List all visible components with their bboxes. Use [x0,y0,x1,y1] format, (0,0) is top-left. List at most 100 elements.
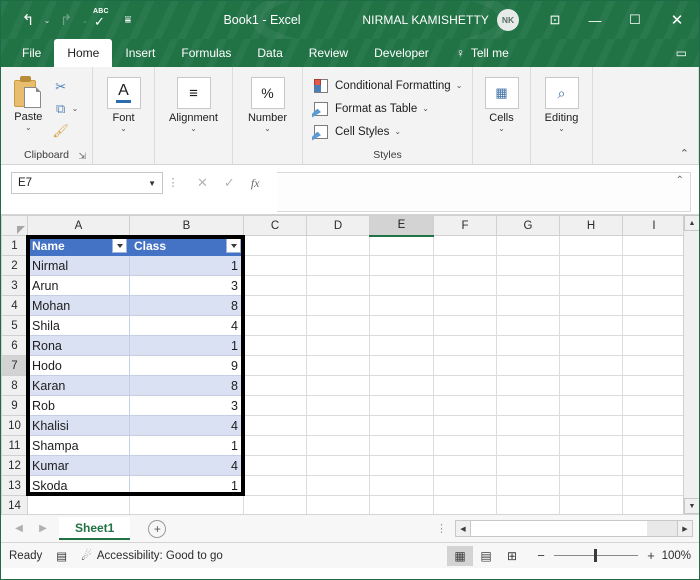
hscroll-right-icon[interactable]: ▶ [677,521,692,536]
table-header-class[interactable]: Class [129,235,244,256]
row-header-8[interactable]: 8 [1,375,28,396]
zoom-knob[interactable] [594,549,597,562]
cell-G10[interactable] [496,415,560,436]
cells-dropdown-icon[interactable]: ⌄ [498,124,505,134]
customize-qat-icon[interactable]: ⩸ [115,7,141,33]
tab-developer[interactable]: Developer [361,39,442,67]
cell-G1[interactable] [496,235,560,256]
cell-B3[interactable]: 3 [129,275,244,296]
cell-F14[interactable] [433,495,497,514]
cell-D10[interactable] [306,415,370,436]
cell-C3[interactable] [243,275,307,296]
cell-F9[interactable] [433,395,497,416]
cell-G6[interactable] [496,335,560,356]
cell-G12[interactable] [496,455,560,476]
cell-C11[interactable] [243,435,307,456]
maximize-button[interactable]: ☐ [615,1,655,39]
cell-E10[interactable] [369,415,434,436]
tab-home[interactable]: Home [54,39,113,67]
cell-F2[interactable] [433,255,497,276]
cell-A11[interactable]: Shampa [27,435,130,456]
cell-I7[interactable] [622,355,686,376]
zoom-out-button[interactable]: − [535,548,547,563]
minimize-button[interactable]: — [575,1,615,39]
zoom-in-button[interactable]: + [645,548,657,563]
number-dropdown-icon[interactable]: ⌄ [264,124,271,134]
cell-I2[interactable] [622,255,686,276]
cell-C5[interactable] [243,315,307,336]
cell-F3[interactable] [433,275,497,296]
cell-C7[interactable] [243,355,307,376]
cell-I11[interactable] [622,435,686,456]
comments-icon[interactable]: ▭ [676,39,687,67]
cell-I3[interactable] [622,275,686,296]
cell-H2[interactable] [559,255,623,276]
new-sheet-button[interactable]: + [148,519,167,538]
cell-C12[interactable] [243,455,307,476]
cell-E8[interactable] [369,375,434,396]
cell-C1[interactable] [243,235,307,256]
undo-dropdown-icon[interactable]: ⌄ [41,7,53,33]
cell-C4[interactable] [243,295,307,316]
cell-styles-button[interactable]: Cell Styles ⌄ [309,122,401,141]
cell-B2[interactable]: 1 [129,255,244,276]
cell-D4[interactable] [306,295,370,316]
cell-I4[interactable] [622,295,686,316]
cell-E5[interactable] [369,315,434,336]
cell-E2[interactable] [369,255,434,276]
cell-H12[interactable] [559,455,623,476]
cell-E14[interactable] [369,495,434,514]
font-dropdown-icon[interactable]: ⌄ [120,124,127,134]
enter-icon[interactable]: ✓ [224,175,235,191]
cell-A14[interactable] [27,495,130,514]
format-as-table-button[interactable]: Format as Table ⌄ [309,99,429,118]
cell-D8[interactable] [306,375,370,396]
row-header-7[interactable]: 7 [1,355,28,376]
spelling-icon[interactable]: ABC ✓ [91,7,115,33]
column-header-A[interactable]: A [27,215,130,236]
zoom-track[interactable] [554,549,638,562]
filter-dropdown-name-icon[interactable] [112,238,127,253]
cell-H7[interactable] [559,355,623,376]
cell-C2[interactable] [243,255,307,276]
format-as-table-dropdown-icon[interactable]: ⌄ [422,104,429,113]
vertical-scrollbar[interactable]: ▲ ▼ [683,215,699,514]
cell-E13[interactable] [369,475,434,496]
cell-B13[interactable]: 1 [129,475,244,496]
cell-I8[interactable] [622,375,686,396]
ribbon-display-options-icon[interactable]: ⊡ [535,1,575,39]
alignment-button[interactable]: ≡ Alignment ⌄ [161,74,226,134]
row-header-14[interactable]: 14 [1,495,28,514]
sheet-bar-grip[interactable]: ⋮ [436,522,455,535]
cell-H1[interactable] [559,235,623,256]
name-box-dropdown-icon[interactable]: ▼ [148,179,156,188]
number-button[interactable]: % Number ⌄ [239,74,296,134]
column-header-H[interactable]: H [559,215,623,236]
undo-icon[interactable]: ↰ [15,7,41,33]
cell-H9[interactable] [559,395,623,416]
cell-H8[interactable] [559,375,623,396]
row-header-3[interactable]: 3 [1,275,28,296]
column-header-E[interactable]: E [369,215,434,237]
cell-A8[interactable]: Karan [27,375,130,396]
column-header-G[interactable]: G [496,215,560,236]
tab-formulas[interactable]: Formulas [168,39,244,67]
collapse-ribbon-icon[interactable]: ⌃ [680,147,689,160]
cell-D6[interactable] [306,335,370,356]
row-header-5[interactable]: 5 [1,315,28,336]
expand-formula-bar-icon[interactable]: ⌃ [676,175,684,186]
editing-dropdown-icon[interactable]: ⌄ [558,124,565,134]
cell-A10[interactable]: Khalisi [27,415,130,436]
cell-D13[interactable] [306,475,370,496]
editing-button[interactable]: ⌕ Editing ⌄ [537,74,586,134]
scroll-down-icon[interactable]: ▼ [684,498,699,514]
view-page-break-icon[interactable]: ⊞ [499,546,525,566]
row-header-6[interactable]: 6 [1,335,28,356]
paste-button[interactable]: Paste ⌄ [7,74,50,133]
row-header-1[interactable]: 1 [1,235,28,256]
cell-A7[interactable]: Hodo [27,355,130,376]
cell-D11[interactable] [306,435,370,456]
conditional-formatting-dropdown-icon[interactable]: ⌄ [456,81,463,90]
cell-A3[interactable]: Arun [27,275,130,296]
cell-F11[interactable] [433,435,497,456]
